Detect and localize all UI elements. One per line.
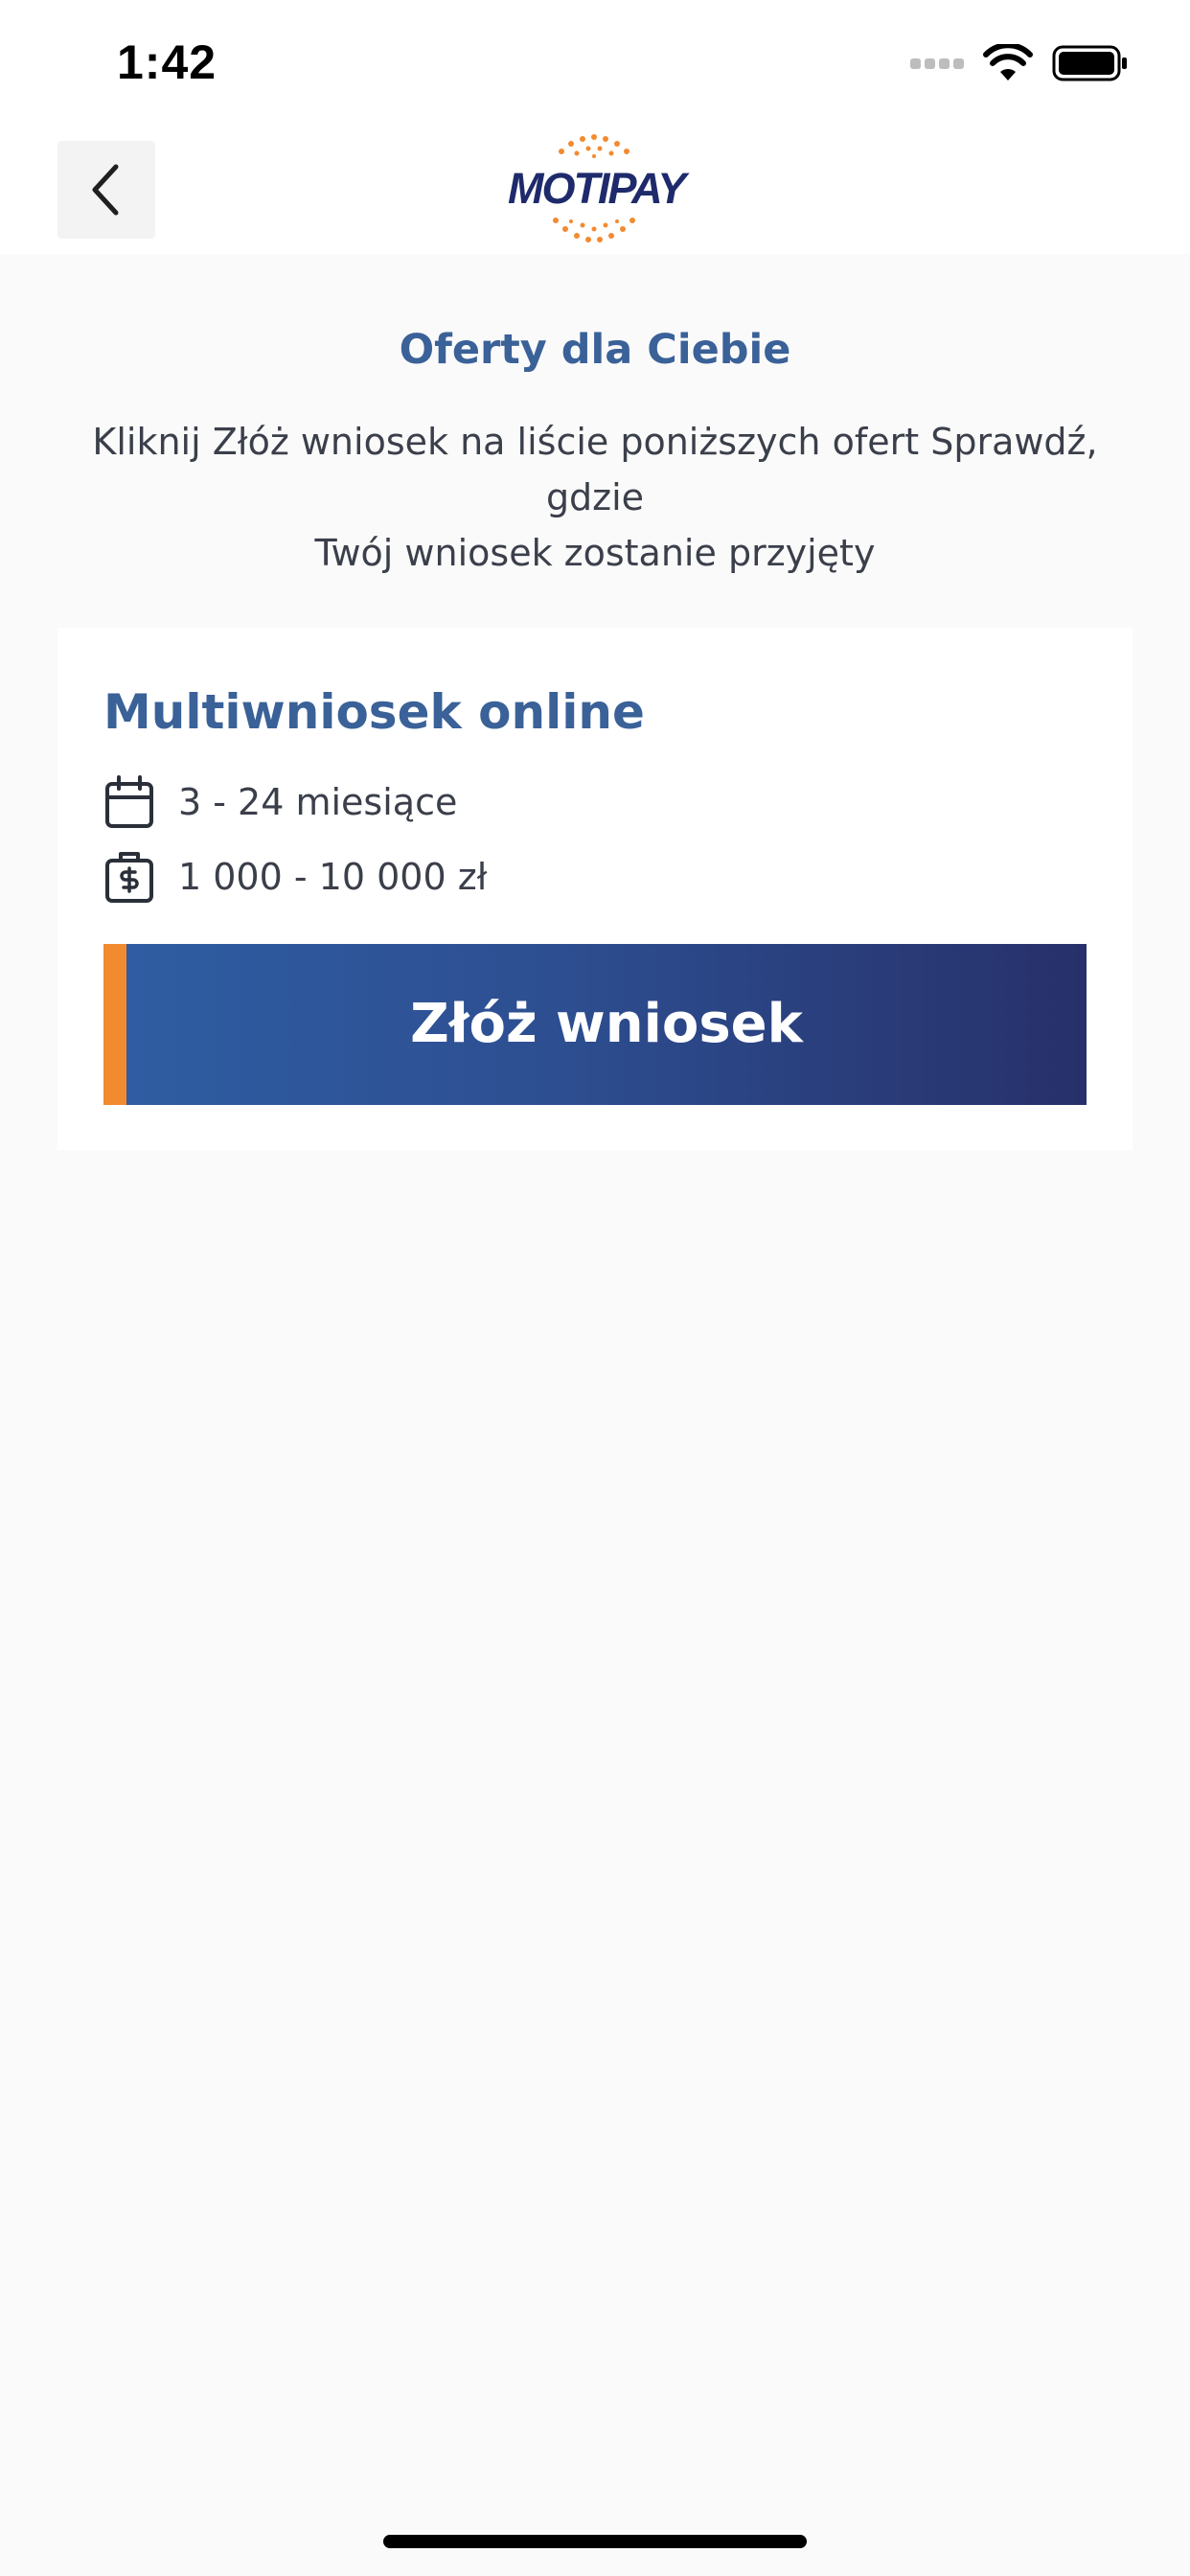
status-bar: 1:42: [0, 0, 1190, 129]
logo-text: MOTIPAY: [508, 164, 686, 213]
cellular-signal-icon: [910, 58, 964, 69]
offer-card: Multiwniosek online 3 - 24 miesiące 1 00…: [57, 628, 1133, 1150]
page-title: Oferty dla Ciebie: [399, 326, 791, 374]
status-time: 1:42: [117, 35, 217, 89]
status-indicators: [910, 42, 1129, 84]
home-indicator[interactable]: [383, 2535, 807, 2548]
calendar-icon: [105, 775, 153, 828]
motipay-logo: MOTIPAY: [498, 129, 690, 249]
offer-amount: 1 000 - 10 000 zł: [178, 856, 488, 898]
offer-period: 3 - 24 miesiące: [178, 781, 458, 823]
apply-button-label: Złóż wniosek: [410, 993, 803, 1055]
back-button[interactable]: [57, 141, 155, 239]
navigation-bar: MOTIPAY: [0, 129, 1190, 254]
wifi-icon: [983, 44, 1033, 80]
page-subtitle-line-2: Twój wniosek zostanie przyjęty: [314, 532, 876, 574]
apply-button-accent: [103, 944, 126, 1105]
offer-amount-row: 1 000 - 10 000 zł: [103, 848, 487, 906]
page-subtitle-line-1: Kliknij Złóż wniosek na liście poniższyc…: [92, 421, 1098, 518]
chevron-left-icon: [92, 164, 119, 216]
apply-button[interactable]: Złóż wniosek: [103, 944, 1087, 1105]
page-subtitle: Kliknij Złóż wniosek na liście poniższyc…: [57, 414, 1133, 581]
money-briefcase-icon: [105, 852, 153, 903]
offer-period-row: 3 - 24 miesiące: [103, 773, 457, 831]
offer-title: Multiwniosek online: [103, 684, 645, 740]
battery-icon: [1052, 45, 1127, 81]
